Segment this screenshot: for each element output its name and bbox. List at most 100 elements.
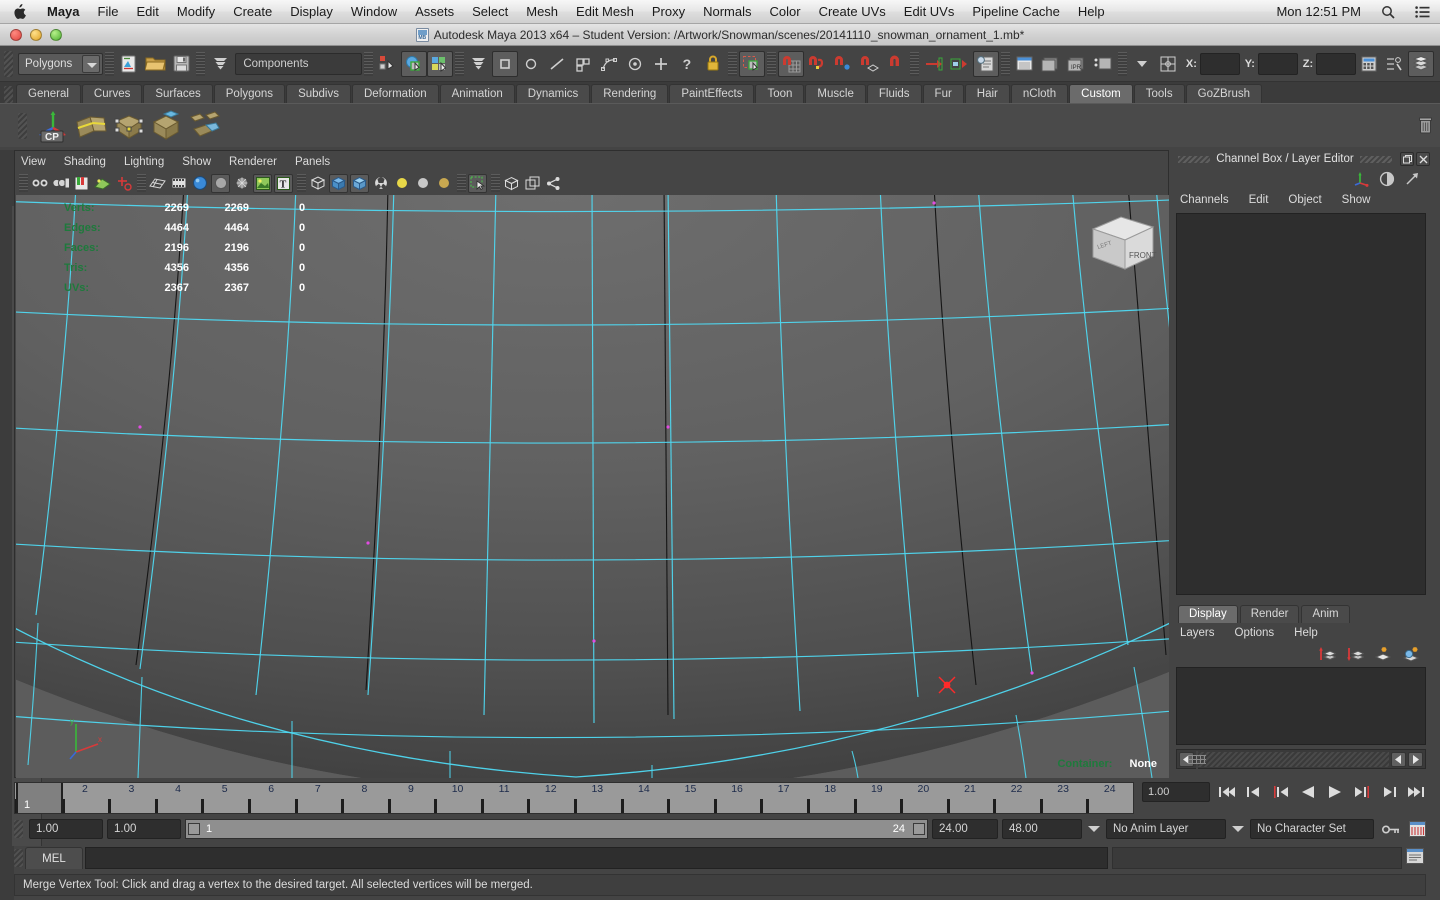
show-hide-tool-settings-icon[interactable] [1382,51,1408,77]
list-icon[interactable] [1405,5,1440,18]
mask-hull-icon[interactable] [596,51,622,77]
chevron-down-icon[interactable] [1129,51,1155,77]
search-icon[interactable] [1371,5,1405,19]
osx-menu-select[interactable]: Select [463,0,517,24]
key-icon[interactable] [1382,823,1400,836]
light-yellow-icon[interactable] [392,174,411,193]
film-gate-icon[interactable] [169,174,188,193]
mask-vertex-icon[interactable] [491,50,518,77]
isolate-select-icon[interactable] [502,174,521,193]
step-forward-frame-button[interactable] [1351,781,1373,803]
2d-pan-zoom-icon[interactable] [114,174,133,193]
shelf-gripper[interactable] [4,86,13,103]
osx-menu-window[interactable]: Window [342,0,406,24]
anim-layer-dropdown-arrow[interactable] [1086,819,1102,839]
shelf-tab-gozbrush[interactable]: GoZBrush [1185,84,1263,103]
time-slider[interactable]: 123456789101112131415161718192021222324 … [14,782,1134,814]
scrollbar-thumb[interactable] [1196,750,1198,770]
apple-logo-icon[interactable] [0,3,38,20]
command-line-gripper[interactable] [14,849,23,867]
select-by-component-type-icon[interactable] [426,50,453,77]
viewport-menu-show[interactable]: Show [182,156,211,168]
shaded-sphere-icon[interactable] [190,174,209,193]
channel-box-menu-edit[interactable]: Edit [1249,194,1269,206]
mel-script-type-button[interactable]: MEL [25,847,83,869]
save-scene-icon[interactable] [168,51,194,77]
shelf-button-poly-split[interactable] [74,109,108,143]
hardware-texturing-icon[interactable] [253,173,272,193]
osx-menu-normals[interactable]: Normals [694,0,760,24]
select-objects-marquee-icon[interactable] [468,173,487,193]
script-editor-icon[interactable] [1406,848,1426,868]
coord-field-x[interactable] [1199,52,1240,75]
chevron-down-icon[interactable] [82,54,101,73]
coord-field-z[interactable] [1316,52,1356,75]
osx-menu-file[interactable]: File [89,0,128,24]
coord-field-y[interactable] [1257,52,1298,75]
shelf-button-poly-merge[interactable] [112,109,146,143]
new-scene-icon[interactable] [116,51,142,77]
go-to-end-button[interactable] [1405,781,1427,803]
layer-list[interactable] [1176,667,1426,745]
animation-start-time-field[interactable]: 1.00 [29,819,103,839]
xray-joints-icon[interactable] [329,173,348,193]
current-time-indicator[interactable]: 1 [16,783,63,813]
restore-icon[interactable] [1400,152,1415,166]
isolate-select-add-icon[interactable] [523,174,542,193]
anim-layer-field[interactable]: No Anim Layer [1106,819,1226,839]
step-forward-key-button[interactable] [1378,781,1400,803]
close-window-button[interactable] [10,28,22,41]
snap-to-plane-icon[interactable] [856,51,882,77]
character-set-field[interactable]: No Character Set [1250,819,1374,839]
view-cube[interactable]: FRONT LEFT [1087,211,1159,277]
render-settings-icon[interactable] [972,50,999,77]
range-slider-left-handle[interactable] [188,823,200,835]
layer-tab-render[interactable]: Render [1239,605,1300,623]
high-quality-render-icon[interactable] [371,174,390,193]
playback-end-time-field[interactable]: 24.00 [932,819,998,839]
show-hide-channel-box-icon[interactable] [1407,50,1434,77]
shelf-tab-muscle[interactable]: Muscle [805,84,866,103]
step-back-key-button[interactable] [1243,781,1265,803]
light-grey-icon[interactable] [413,174,432,193]
animation-end-time-field[interactable]: 48.00 [1002,819,1082,839]
shelf-tab-fluids[interactable]: Fluids [866,84,922,103]
snap-to-curve-icon[interactable] [804,51,830,77]
play-backwards-button[interactable] [1297,781,1319,803]
osx-menu-color[interactable]: Color [761,0,810,24]
snap-to-view-plane-icon[interactable] [882,51,908,77]
osx-menu-proxy[interactable]: Proxy [643,0,694,24]
shelf-tab-surfaces[interactable]: Surfaces [143,84,213,103]
xray-active-components-icon[interactable] [350,173,369,193]
mask-misc-icon[interactable]: ? [674,51,700,77]
components-field[interactable]: Components [235,52,362,75]
smooth-shade-all-icon[interactable] [211,173,230,193]
component-mask-menu-icon[interactable] [466,51,492,77]
new-layer-selected-icon[interactable] [1402,646,1420,662]
new-layer-down-icon[interactable] [1346,646,1364,662]
playback-start-time-field[interactable]: 1.00 [107,819,181,839]
step-back-frame-button[interactable] [1270,781,1292,803]
use-default-material-icon[interactable]: T [274,173,293,193]
show-manipulator-icon[interactable] [1354,171,1370,187]
osx-menu-modify[interactable]: Modify [168,0,224,24]
light-shaded-icon[interactable] [434,174,453,193]
range-gripper[interactable] [14,820,23,838]
viewport-menu-shading[interactable]: Shading [64,156,106,168]
shelf-tab-rendering[interactable]: Rendering [591,84,669,103]
select-by-hierarchy-icon[interactable] [375,51,401,77]
ipr-render-icon[interactable] [1012,51,1038,77]
render-sequence-icon[interactable] [1038,51,1064,77]
show-hide-attribute-editor-icon[interactable] [1356,51,1382,77]
command-input[interactable] [85,847,1108,869]
scroll-right-button[interactable] [1408,751,1423,767]
selection-mask-menu-icon[interactable] [207,51,233,77]
shelf-tab-general[interactable]: General [16,84,81,103]
range-slider-bar[interactable]: 1 24 [185,819,928,839]
zoom-window-button[interactable] [50,28,62,41]
select-camera-icon[interactable] [30,174,49,193]
viewport-menu-panels[interactable]: Panels [295,156,330,168]
ipr-batch-icon[interactable]: IPR [1064,51,1090,77]
shelf-tab-dynamics[interactable]: Dynamics [515,84,591,103]
new-layer-icon[interactable] [1374,646,1392,662]
